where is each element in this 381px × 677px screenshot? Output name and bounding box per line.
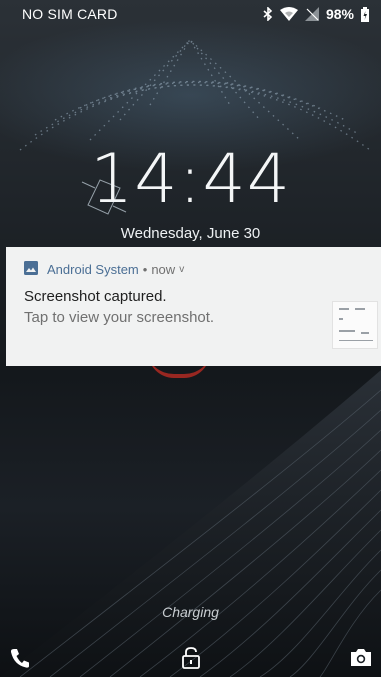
battery-percent: 98% (325, 6, 354, 22)
bluetooth-icon (263, 7, 273, 21)
wallpaper-building (0, 370, 381, 677)
wallpaper-globe (19, 38, 371, 215)
status-icons: 98% (263, 6, 369, 22)
lock-date: Wednesday, June 30 (120, 225, 261, 242)
notification-text: Tap to view your screenshot. (24, 309, 215, 326)
image-icon (24, 261, 38, 278)
lock-screen: NO SIM CARD 98% 14:44 Wednesday, June 30 (0, 0, 381, 677)
status-bar: NO SIM CARD 98% (0, 0, 381, 28)
chevron-down-icon[interactable]: v (179, 264, 184, 275)
notification-title: Screenshot captured. (24, 288, 167, 305)
phone-icon[interactable] (9, 647, 31, 674)
battery-icon (361, 6, 369, 22)
lock-icon[interactable] (181, 647, 201, 674)
camera-icon[interactable] (350, 647, 372, 672)
charging-status: Charging (162, 604, 219, 620)
screenshot-notification[interactable]: Android System • now v Screenshot captur… (6, 247, 381, 366)
notification-app-name: Android System (47, 262, 139, 277)
no-sim-icon (304, 7, 319, 21)
carrier-label: NO SIM CARD (22, 6, 118, 22)
notification-header: Android System • now v (24, 261, 184, 278)
notification-time: now (151, 262, 176, 277)
notification-separator: • (142, 262, 148, 277)
lock-clock: 14:44 (90, 140, 291, 219)
screenshot-thumbnail[interactable] (332, 301, 378, 349)
wifi-icon (279, 7, 298, 21)
